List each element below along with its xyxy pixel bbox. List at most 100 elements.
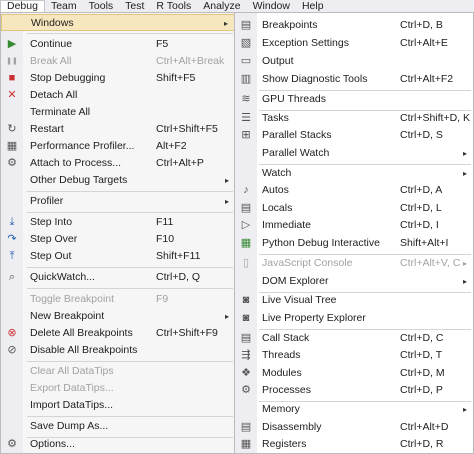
menu-item-label: Registers (262, 438, 307, 450)
menu-window[interactable]: Window (247, 0, 296, 12)
menu-item-label: Import DataTips... (30, 399, 114, 411)
menu-item-break-all[interactable]: ❚❚ Break All Ctrl+Alt+Break (1, 53, 235, 70)
menu-item-shortcut: Ctrl+Alt+F2 (400, 73, 454, 85)
menu-item-performance-profiler[interactable]: ▦ Performance Profiler... Alt+F2 (1, 138, 235, 155)
separator (27, 267, 233, 268)
menu-item-live-visual-tree[interactable]: ◙ Live Visual Tree (235, 292, 473, 309)
gear-icon: ⚙ (7, 438, 17, 450)
profiler-icon: ▦ (6, 140, 18, 152)
menu-item-detach-all[interactable]: ✕ Detach All (1, 87, 235, 104)
menu-item-live-property-explorer[interactable]: ◙ Live Property Explorer (235, 310, 473, 327)
menu-test[interactable]: Test (119, 0, 150, 12)
menu-item-tasks[interactable]: ☰ Tasks Ctrl+Shift+D, K (235, 110, 473, 127)
menu-item-restart[interactable]: ↻ Restart Ctrl+Shift+F5 (1, 121, 235, 138)
menu-item-memory[interactable]: Memory ▸ (235, 401, 473, 418)
menu-item-continue[interactable]: ▶ Continue F5 (1, 36, 235, 53)
menu-item-delete-all-breakpoints[interactable]: ⊗ Delete All Breakpoints Ctrl+Shift+F9 (1, 325, 235, 342)
menu-item-python-debug-interactive[interactable]: ▦ Python Debug Interactive Shift+Alt+I (235, 235, 473, 252)
menu-item-label: Profiler (30, 195, 64, 207)
menu-item-disassembly[interactable]: ▤ Disassembly Ctrl+Alt+D (235, 419, 473, 436)
menu-item-modules[interactable]: ❖ Modules Ctrl+D, M (235, 365, 473, 382)
menu-item-save-dump-as[interactable]: Save Dump As... (1, 418, 235, 435)
separator (27, 33, 233, 34)
menu-item-step-over[interactable]: ↷ Step Over F10 (1, 231, 235, 248)
menu-team[interactable]: Team (45, 0, 83, 12)
menu-item-registers[interactable]: ▦ Registers Ctrl+D, R (235, 436, 473, 453)
menu-item-label: Step Out (30, 250, 72, 262)
processes-icon: ⚙ (241, 384, 251, 396)
windows-submenu: ▤ Breakpoints Ctrl+D, B ▧ Exception Sett… (234, 12, 474, 454)
menu-item-shortcut: F11 (156, 216, 174, 228)
menu-item-gpu-threads[interactable]: ≋ GPU Threads (235, 91, 473, 108)
menu-item-label: Delete All Breakpoints (30, 327, 133, 339)
submenu-arrow-icon: ▸ (462, 259, 467, 268)
autos-icon: ♪ (243, 184, 249, 196)
menu-item-watch[interactable]: Watch ▸ (235, 165, 473, 182)
menu-item-export-datatips[interactable]: Export DataTips... (1, 380, 235, 397)
submenu-arrow-icon: ▸ (224, 197, 229, 206)
delete-breakpoints-icon: ⊗ (7, 327, 17, 339)
menu-item-profiler[interactable]: Profiler ▸ (1, 193, 235, 210)
menu-item-label: JavaScript Console (262, 257, 353, 269)
menu-item-javascript-console[interactable]: ▯ JavaScript Console Ctrl+Alt+V, C ▸ (235, 255, 473, 272)
menu-item-shortcut: Ctrl+D, T (400, 349, 443, 361)
menu-item-breakpoints[interactable]: ▤ Breakpoints Ctrl+D, B (235, 17, 473, 34)
menu-item-immediate[interactable]: ▷ Immediate Ctrl+D, I (235, 217, 473, 234)
python-interactive-icon: ▦ (240, 237, 252, 249)
menu-item-stop-debugging[interactable]: ■ Stop Debugging Shift+F5 (1, 70, 235, 87)
menu-item-parallel-watch[interactable]: Parallel Watch ▸ (235, 145, 473, 162)
menu-item-step-into[interactable]: ⤓ Step Into F11 (1, 214, 235, 231)
menu-item-call-stack[interactable]: ▤ Call Stack Ctrl+D, C (235, 330, 473, 347)
menu-debug[interactable]: Debug (0, 0, 45, 12)
separator (27, 191, 233, 192)
restart-icon: ↻ (7, 123, 17, 135)
menu-analyze[interactable]: Analyze (197, 0, 246, 12)
menu-item-output[interactable]: ▭ Output (235, 53, 473, 70)
menu-item-shortcut: Ctrl+D, C (400, 332, 444, 344)
menu-item-label: Autos (262, 184, 289, 196)
menu-item-attach-to-process[interactable]: ⚙ Attach to Process... Ctrl+Alt+P (1, 155, 235, 172)
step-into-icon: ⤓ (9, 216, 15, 228)
menu-item-other-debug-targets[interactable]: Other Debug Targets ▸ (1, 172, 235, 189)
menu-item-label: Immediate (262, 219, 312, 231)
menu-item-label: Save Dump As... (30, 420, 109, 432)
menu-item-show-diagnostic-tools[interactable]: ▥ Show Diagnostic Tools Ctrl+Alt+F2 (235, 71, 473, 88)
menu-item-shortcut: Ctrl+D, Q (156, 271, 201, 283)
menu-item-step-out[interactable]: ⤒ Step Out Shift+F11 (1, 248, 235, 265)
menu-item-label: Live Property Explorer (262, 312, 366, 324)
menu-item-clear-all-datatips[interactable]: Clear All DataTips (1, 363, 235, 380)
menu-r-tools[interactable]: R Tools (150, 0, 197, 12)
menu-item-toggle-breakpoint[interactable]: Toggle Breakpoint F9 (1, 291, 235, 308)
menu-item-dom-explorer[interactable]: DOM Explorer ▸ (235, 273, 473, 290)
menu-item-terminate-all[interactable]: Terminate All (1, 104, 235, 121)
menu-item-label: Other Debug Targets (30, 174, 128, 186)
menu-tools[interactable]: Tools (83, 0, 120, 12)
menu-item-import-datatips[interactable]: Import DataTips... (1, 397, 235, 414)
menu-item-new-breakpoint[interactable]: New Breakpoint ▸ (1, 308, 235, 325)
javascript-console-icon: ▯ (242, 257, 250, 269)
menu-item-threads[interactable]: ⇶ Threads Ctrl+D, T (235, 347, 473, 364)
menu-item-options[interactable]: ⚙ Options... (1, 436, 235, 453)
menu-help[interactable]: Help (296, 0, 330, 12)
live-visual-tree-icon: ◙ (242, 294, 250, 306)
menu-item-shortcut: Ctrl+D, M (400, 367, 445, 379)
menu-item-disable-all-breakpoints[interactable]: ⊘ Disable All Breakpoints (1, 342, 235, 359)
menu-item-label: Step Into (30, 216, 73, 228)
menu-item-shortcut: Alt+F2 (156, 140, 187, 152)
menu-item-label: Disassembly (262, 421, 322, 433)
submenu-arrow-icon: ▸ (223, 19, 228, 28)
menu-item-label: Memory (262, 403, 300, 415)
menu-item-processes[interactable]: ⚙ Processes Ctrl+D, P (235, 382, 473, 399)
menu-item-autos[interactable]: ♪ Autos Ctrl+D, A (235, 182, 473, 199)
menu-item-shortcut: Ctrl+D, I (400, 219, 439, 231)
menu-item-label: Parallel Watch (262, 147, 330, 159)
menu-item-quickwatch[interactable]: ⌕ QuickWatch... Ctrl+D, Q (1, 269, 235, 286)
menu-item-windows[interactable]: Windows ▸ (1, 14, 235, 31)
menu-item-label: Toggle Breakpoint (30, 293, 115, 305)
menu-item-parallel-stacks[interactable]: ⊞ Parallel Stacks Ctrl+D, S (235, 127, 473, 144)
menu-item-locals[interactable]: ▤ Locals Ctrl+D, L (235, 200, 473, 217)
live-property-explorer-icon: ◙ (242, 312, 250, 324)
submenu-arrow-icon: ▸ (462, 169, 467, 178)
menu-item-exception-settings[interactable]: ▧ Exception Settings Ctrl+Alt+E (235, 35, 473, 52)
menu-item-label: Show Diagnostic Tools (262, 73, 368, 85)
